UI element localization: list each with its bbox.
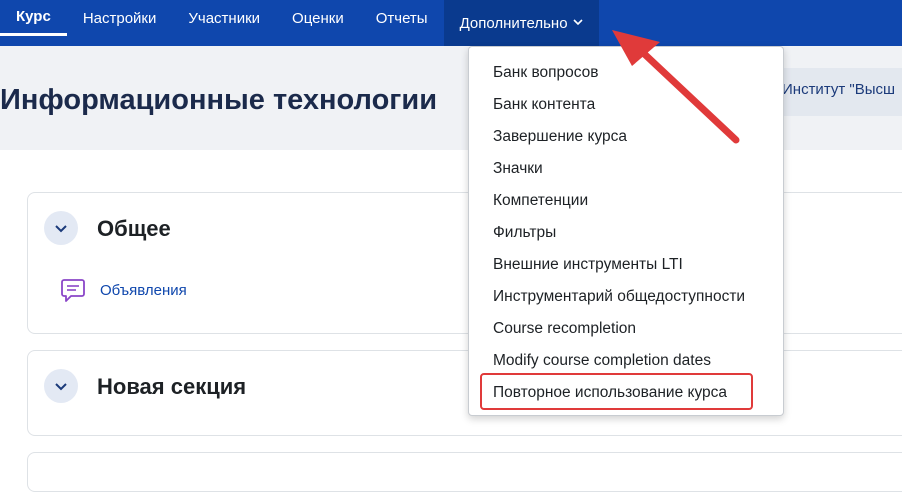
nav-tab-grades[interactable]: Оценки (276, 0, 360, 36)
section-title: Общее (97, 216, 171, 241)
menu-item-lti-tools[interactable]: Внешние инструменты LTI (493, 256, 683, 274)
forum-icon (61, 279, 85, 302)
menu-item-filters[interactable]: Фильтры (493, 224, 556, 242)
menu-item-question-bank[interactable]: Банк вопросов (493, 64, 599, 82)
more-dropdown-menu: Банк вопросов Банк контента Завершение к… (468, 46, 784, 416)
institute-breadcrumb[interactable]: Институт "Высш (776, 68, 902, 116)
nav-tab-label: Настройки (82, 9, 157, 27)
menu-item-badges[interactable]: Значки (493, 160, 543, 178)
chevron-down-icon (55, 382, 67, 390)
nav-tab-label: Дополнительно (459, 14, 568, 32)
section-title: Новая секция (97, 374, 247, 399)
nav-tab-label: Оценки (292, 9, 344, 27)
nav-tab-reports[interactable]: Отчеты (360, 0, 444, 36)
highlight-annotation (480, 373, 753, 410)
chevron-down-icon (55, 224, 67, 232)
menu-item-modify-completion-dates[interactable]: Modify course completion dates (493, 352, 711, 370)
chevron-down-icon (572, 17, 583, 29)
nav-tab-label: Отчеты (375, 9, 428, 27)
nav-tab-settings[interactable]: Настройки (67, 0, 173, 36)
nav-tab-label: Участники (188, 9, 261, 27)
menu-item-course-recompletion[interactable]: Course recompletion (493, 320, 636, 338)
activity-link[interactable]: Объявления (100, 282, 187, 299)
nav-tab-participants[interactable]: Участники (172, 0, 276, 36)
collapse-section-button[interactable] (44, 211, 78, 245)
collapse-section-button[interactable] (44, 369, 78, 403)
activity-item[interactable]: Объявления (60, 277, 187, 303)
nav-tab-label: Курс (16, 8, 51, 25)
menu-item-competencies[interactable]: Компетенции (493, 192, 588, 210)
nav-tab-more[interactable]: Дополнительно (443, 0, 599, 46)
menu-item-course-completion[interactable]: Завершение курса (493, 128, 627, 146)
course-section (27, 452, 902, 492)
course-navbar: Курс Настройки Участники Оценки Отчеты Д… (0, 0, 902, 46)
page-title: Информационные технологии (0, 84, 438, 116)
menu-item-content-bank[interactable]: Банк контента (493, 96, 595, 114)
menu-item-accessibility-toolkit[interactable]: Инструментарий общедоступности (493, 288, 745, 306)
nav-tab-course[interactable]: Курс (0, 0, 67, 36)
